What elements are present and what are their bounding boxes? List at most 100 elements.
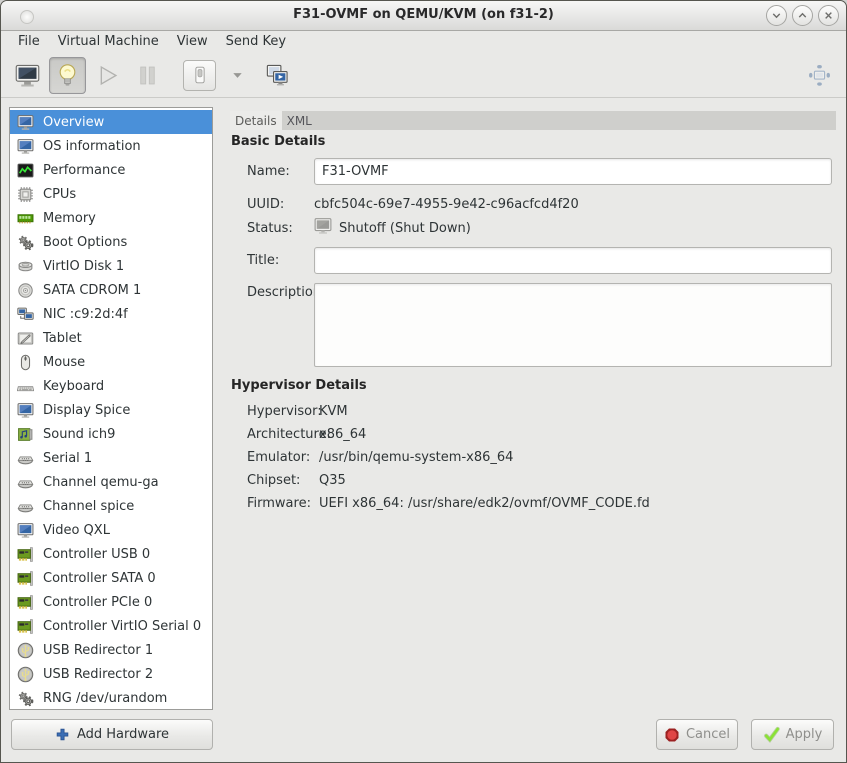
name-input[interactable] xyxy=(314,158,832,185)
titlebar[interactable]: F31-OVMF on QEMU/KVM (on f31-2) xyxy=(1,1,846,31)
hardware-item-label: SATA CDROM 1 xyxy=(43,283,141,298)
hardware-item-label: RNG /dev/urandom xyxy=(43,691,167,706)
hardware-list-item[interactable]: Video QXL xyxy=(10,518,212,542)
hypervisor-row: Emulator: /usr/bin/qemu-system-x86_64 xyxy=(247,446,650,469)
hardware-list-item[interactable]: Controller SATA 0 xyxy=(10,566,212,590)
hardware-list-item[interactable]: Memory xyxy=(10,206,212,230)
menu-item-label: File xyxy=(18,34,40,49)
pause-button[interactable] xyxy=(129,57,166,94)
hardware-list-item[interactable]: Display Spice xyxy=(10,398,212,422)
cancel-button[interactable]: Cancel xyxy=(656,719,738,750)
cancel-icon xyxy=(664,727,680,743)
minimize-button[interactable] xyxy=(766,5,787,26)
snapshots-button[interactable] xyxy=(259,57,296,94)
close-icon xyxy=(822,9,835,22)
menu-virtual-machine[interactable]: Virtual Machine xyxy=(49,32,168,52)
hardware-item-label: Memory xyxy=(43,211,96,226)
gears-icon xyxy=(17,234,34,251)
maximize-button[interactable] xyxy=(792,5,813,26)
title-label: Title: xyxy=(247,253,279,268)
monitor-icon xyxy=(17,138,34,155)
hardware-item-label: Display Spice xyxy=(43,403,130,418)
run-button[interactable] xyxy=(89,57,126,94)
hardware-list-item[interactable]: Sound ich9 xyxy=(10,422,212,446)
mouse-icon xyxy=(17,354,34,371)
monitor-off-icon xyxy=(314,217,332,235)
show-details-button[interactable] xyxy=(49,57,86,94)
sound-icon xyxy=(17,426,34,443)
hardware-item-label: Video QXL xyxy=(43,523,110,538)
hardware-list-item[interactable]: VirtIO Disk 1 xyxy=(10,254,212,278)
tab-label: XML xyxy=(287,114,312,128)
pause-icon xyxy=(134,62,161,89)
hardware-item-label: Controller PCIe 0 xyxy=(43,595,152,610)
window-title: F31-OVMF on QEMU/KVM (on f31-2) xyxy=(1,7,846,22)
power-switch-icon xyxy=(189,64,211,86)
hardware-item-label: Controller USB 0 xyxy=(43,547,150,562)
status-value: Shutoff (Shut Down) xyxy=(339,221,471,236)
hardware-list-item[interactable]: Controller USB 0 xyxy=(10,542,212,566)
hardware-item-label: Tablet xyxy=(43,331,82,346)
hardware-list-item[interactable]: Channel spice xyxy=(10,494,212,518)
uuid-value: cbfc504c-69e7-4955-9e42-c96acfcd4f20 xyxy=(314,197,579,212)
hardware-list-item[interactable]: Performance xyxy=(10,158,212,182)
hardware-list-item[interactable]: SATA CDROM 1 xyxy=(10,278,212,302)
hardware-list-item[interactable]: USB Redirector 1 xyxy=(10,638,212,662)
menu-file[interactable]: File xyxy=(9,32,49,52)
fullscreen-button[interactable] xyxy=(801,57,838,94)
hardware-list-item[interactable]: Controller PCIe 0 xyxy=(10,590,212,614)
pci-card-icon xyxy=(17,570,34,587)
menu-send-key[interactable]: Send Key xyxy=(217,32,295,52)
display-icon xyxy=(17,522,34,539)
hardware-list-item[interactable]: OS information xyxy=(10,134,212,158)
disk-icon xyxy=(17,258,34,275)
serial-icon xyxy=(17,450,34,467)
basic-details-heading: Basic Details xyxy=(231,134,325,149)
hypervisor-rows: Hypervisor: KVM Architecture: x86_64 Emu… xyxy=(247,400,650,515)
monitor-icon xyxy=(17,114,34,131)
hardware-list-item[interactable]: Controller VirtIO Serial 0 xyxy=(10,614,212,638)
menu-item-label: Virtual Machine xyxy=(58,34,159,49)
hardware-item-label: Mouse xyxy=(43,355,85,370)
hardware-list-item[interactable]: Mouse xyxy=(10,350,212,374)
hardware-item-label: OS information xyxy=(43,139,141,154)
tabbar: Details XML xyxy=(230,111,836,130)
add-hardware-label: Add Hardware xyxy=(77,727,169,742)
hardware-list-item[interactable]: Boot Options xyxy=(10,230,212,254)
apply-icon xyxy=(763,726,780,743)
shutdown-menu-button[interactable] xyxy=(219,57,256,94)
hardware-list-item[interactable]: RNG /dev/urandom xyxy=(10,686,212,710)
hypervisor-row: Chipset: Q35 xyxy=(247,469,650,492)
virt-manager-window: F31-OVMF on QEMU/KVM (on f31-2) File Vir… xyxy=(0,0,847,763)
apply-button[interactable]: Apply xyxy=(751,719,834,750)
hardware-list-item[interactable]: NIC :c9:2d:4f xyxy=(10,302,212,326)
hardware-list-item[interactable]: Overview xyxy=(10,110,212,134)
tab-details[interactable]: Details xyxy=(230,111,282,130)
gears-icon xyxy=(17,690,34,707)
hardware-item-label: Controller SATA 0 xyxy=(43,571,156,586)
hardware-item-label: USB Redirector 1 xyxy=(43,643,153,658)
hardware-list-item[interactable]: CPUs xyxy=(10,182,212,206)
title-input[interactable] xyxy=(314,247,832,274)
hardware-list-item[interactable]: USB Redirector 2 xyxy=(10,662,212,686)
hardware-item-label: Serial 1 xyxy=(43,451,92,466)
show-console-button[interactable] xyxy=(9,57,46,94)
description-input[interactable] xyxy=(314,283,832,367)
hardware-list-item[interactable]: Tablet xyxy=(10,326,212,350)
tab-xml[interactable]: XML xyxy=(282,111,317,130)
hardware-list-item[interactable]: Keyboard xyxy=(10,374,212,398)
keyboard-icon xyxy=(17,378,34,395)
add-hardware-button[interactable]: Add Hardware xyxy=(11,719,213,750)
screens-icon xyxy=(264,62,291,89)
hypervisor-row-value: KVM xyxy=(319,404,348,419)
hardware-list-item[interactable]: Serial 1 xyxy=(10,446,212,470)
hardware-list: Overview OS information Performance CPUs… xyxy=(9,107,213,710)
hardware-item-label: Performance xyxy=(43,163,125,178)
shutdown-button[interactable] xyxy=(183,60,216,91)
hardware-item-label: USB Redirector 2 xyxy=(43,667,153,682)
display-icon xyxy=(17,402,34,419)
menu-view[interactable]: View xyxy=(168,32,217,52)
toolbar xyxy=(1,53,846,98)
hardware-list-item[interactable]: Channel qemu-ga xyxy=(10,470,212,494)
close-button[interactable] xyxy=(818,5,839,26)
